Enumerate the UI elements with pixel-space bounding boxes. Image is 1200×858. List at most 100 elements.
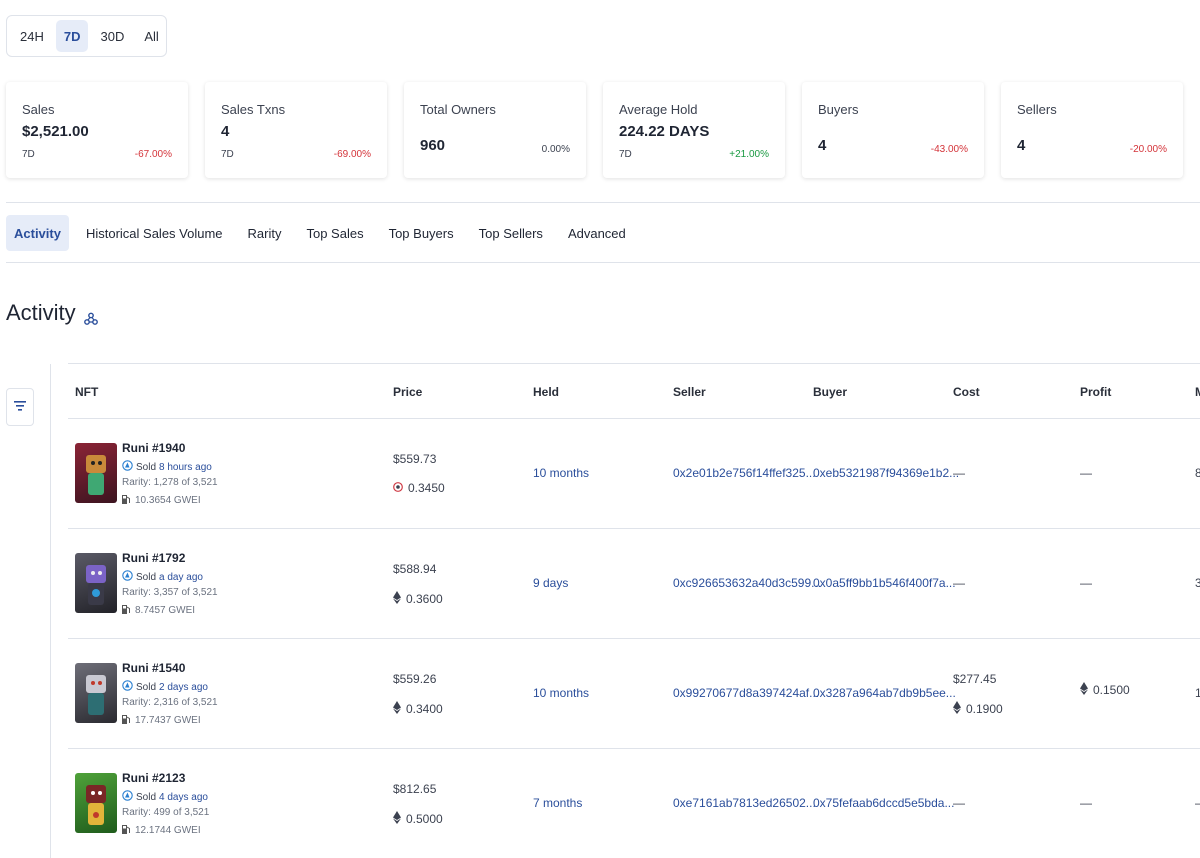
sold-label: Sold bbox=[136, 571, 157, 583]
gas-info: 8.7457 GWEI bbox=[122, 604, 195, 617]
held-duration[interactable]: 9 days bbox=[533, 576, 568, 590]
seller-address[interactable]: 0xe7161ab7813ed26502... bbox=[673, 796, 816, 810]
stat-cards: Sales $2,521.00 7D -67.00% Sales Txns 4 … bbox=[6, 82, 1183, 178]
seller-address[interactable]: 0x99270677d8a397424af... bbox=[673, 686, 819, 700]
tab-top-sales[interactable]: Top Sales bbox=[298, 215, 371, 251]
stat-value: 224.22 DAYS bbox=[619, 123, 710, 140]
tab-top-buyers[interactable]: Top Buyers bbox=[381, 215, 462, 251]
stat-change: -20.00% bbox=[1129, 144, 1167, 155]
seller-address[interactable]: 0x2e01b2e756f14ffef325... bbox=[673, 466, 816, 480]
buyer-address[interactable]: 0x0a5ff9bb1b546f400f7a... bbox=[813, 576, 956, 590]
held-duration[interactable]: 10 months bbox=[533, 466, 589, 480]
col-held[interactable]: Held bbox=[533, 385, 559, 399]
range-24h-button[interactable]: 24H bbox=[12, 20, 52, 52]
stat-card-sales: Sales $2,521.00 7D -67.00% bbox=[6, 82, 188, 178]
gas-pump-icon bbox=[122, 494, 131, 507]
more-value: 3 bbox=[1195, 576, 1200, 590]
tab-activity[interactable]: Activity bbox=[6, 215, 69, 251]
nft-name[interactable]: Runi #2123 bbox=[122, 771, 185, 785]
buyer-address[interactable]: 0x3287a964ab7db9b5ee... bbox=[813, 686, 956, 700]
gas-value: 17.7437 GWEI bbox=[135, 715, 201, 726]
sold-info: Sold a day ago bbox=[122, 570, 203, 584]
stat-period: 7D bbox=[221, 149, 234, 160]
stat-value: $2,521.00 bbox=[22, 123, 89, 140]
more-value: 8 bbox=[1195, 466, 1200, 480]
nft-name[interactable]: Runi #1940 bbox=[122, 441, 185, 455]
col-cost[interactable]: Cost bbox=[953, 385, 980, 399]
tab-rarity[interactable]: Rarity bbox=[240, 215, 290, 251]
more-value: — bbox=[1195, 796, 1200, 810]
tab-bar: Activity Historical Sales Volume Rarity … bbox=[6, 215, 643, 251]
range-all-button[interactable]: All bbox=[136, 20, 166, 52]
buyer-address[interactable]: 0xeb5321987f94369e1b2... bbox=[813, 466, 959, 480]
panel-divider bbox=[50, 364, 51, 858]
profit-eth: 0.1500 bbox=[1080, 682, 1130, 698]
filter-icon bbox=[14, 398, 26, 416]
stat-change: -69.00% bbox=[333, 149, 371, 160]
gas-value: 10.3654 GWEI bbox=[135, 495, 201, 506]
gas-pump-icon bbox=[122, 824, 131, 837]
activity-table: NFT Price Held Seller Buyer Cost Profit … bbox=[68, 363, 1200, 858]
table-header: NFT Price Held Seller Buyer Cost Profit … bbox=[68, 363, 1200, 419]
seller-address[interactable]: 0xc926653632a40d3c599... bbox=[673, 576, 821, 590]
price-eth-value: 0.3600 bbox=[406, 592, 443, 606]
section-header: Activity bbox=[6, 300, 98, 326]
weth-icon bbox=[393, 481, 403, 495]
stat-title: Total Owners bbox=[420, 102, 496, 117]
gas-info: 10.3654 GWEI bbox=[122, 494, 201, 507]
held-duration[interactable]: 10 months bbox=[533, 686, 589, 700]
table-row[interactable]: Runi #2123 Sold 4 days ago Rarity: 499 o… bbox=[68, 749, 1200, 858]
rarity-text: Rarity: 2,316 of 3,521 bbox=[122, 697, 218, 708]
filter-button[interactable] bbox=[6, 388, 34, 426]
sold-time[interactable]: 4 days ago bbox=[159, 792, 208, 803]
stat-value: 4 bbox=[221, 123, 230, 140]
col-seller[interactable]: Seller bbox=[673, 385, 706, 399]
eth-icon bbox=[393, 811, 401, 827]
profit-value: — bbox=[1080, 466, 1092, 480]
col-nft[interactable]: NFT bbox=[75, 385, 98, 399]
eth-icon bbox=[393, 591, 401, 607]
rarity-text: Rarity: 3,357 of 3,521 bbox=[122, 587, 218, 598]
price-usd: $588.94 bbox=[393, 562, 437, 576]
stat-card-average-hold: Average Hold 224.22 DAYS 7D +21.00% bbox=[603, 82, 785, 178]
tab-historical-sales-volume[interactable]: Historical Sales Volume bbox=[78, 215, 231, 251]
eth-icon bbox=[1080, 682, 1088, 698]
nft-thumbnail[interactable] bbox=[75, 663, 117, 723]
tab-top-sellers[interactable]: Top Sellers bbox=[471, 215, 551, 251]
range-30d-button[interactable]: 30D bbox=[92, 20, 132, 52]
opensea-icon bbox=[122, 570, 133, 584]
stat-period: 7D bbox=[22, 149, 35, 160]
sold-time[interactable]: 8 hours ago bbox=[159, 462, 212, 473]
held-duration[interactable]: 7 months bbox=[533, 796, 582, 810]
tab-advanced[interactable]: Advanced bbox=[560, 215, 634, 251]
col-price[interactable]: Price bbox=[393, 385, 422, 399]
cost-eth: 0.1900 bbox=[953, 701, 1003, 717]
range-7d-button[interactable]: 7D bbox=[55, 20, 89, 52]
divider bbox=[6, 202, 1200, 203]
stat-change: -67.00% bbox=[134, 149, 172, 160]
stat-title: Buyers bbox=[818, 102, 859, 117]
col-more[interactable]: M bbox=[1195, 385, 1200, 399]
stat-title: Sales bbox=[22, 102, 55, 117]
sold-time[interactable]: 2 days ago bbox=[159, 682, 208, 693]
col-buyer[interactable]: Buyer bbox=[813, 385, 847, 399]
table-row[interactable]: Runi #1792 Sold a day ago Rarity: 3,357 … bbox=[68, 529, 1200, 639]
stat-period: 7D bbox=[619, 149, 632, 160]
buyer-address[interactable]: 0x75fefaab6dccd5e5bda... bbox=[813, 796, 954, 810]
gas-pump-icon bbox=[122, 714, 131, 727]
table-row[interactable]: Runi #1540 Sold 2 days ago Rarity: 2,316… bbox=[68, 639, 1200, 749]
nft-thumbnail[interactable] bbox=[75, 553, 117, 613]
sold-time[interactable]: a day ago bbox=[159, 572, 203, 583]
nft-name[interactable]: Runi #1792 bbox=[122, 551, 185, 565]
table-row[interactable]: Runi #1940 Sold 8 hours ago Rarity: 1,27… bbox=[68, 419, 1200, 529]
eth-icon bbox=[953, 701, 961, 717]
sold-label: Sold bbox=[136, 461, 157, 473]
nft-name[interactable]: Runi #1540 bbox=[122, 661, 185, 675]
nft-thumbnail[interactable] bbox=[75, 773, 117, 833]
nft-thumbnail[interactable] bbox=[75, 443, 117, 503]
col-profit[interactable]: Profit bbox=[1080, 385, 1111, 399]
gas-info: 12.1744 GWEI bbox=[122, 824, 201, 837]
webhook-icon[interactable] bbox=[83, 306, 98, 325]
price-eth-value: 0.3450 bbox=[408, 481, 445, 495]
gas-value: 8.7457 GWEI bbox=[135, 605, 196, 616]
